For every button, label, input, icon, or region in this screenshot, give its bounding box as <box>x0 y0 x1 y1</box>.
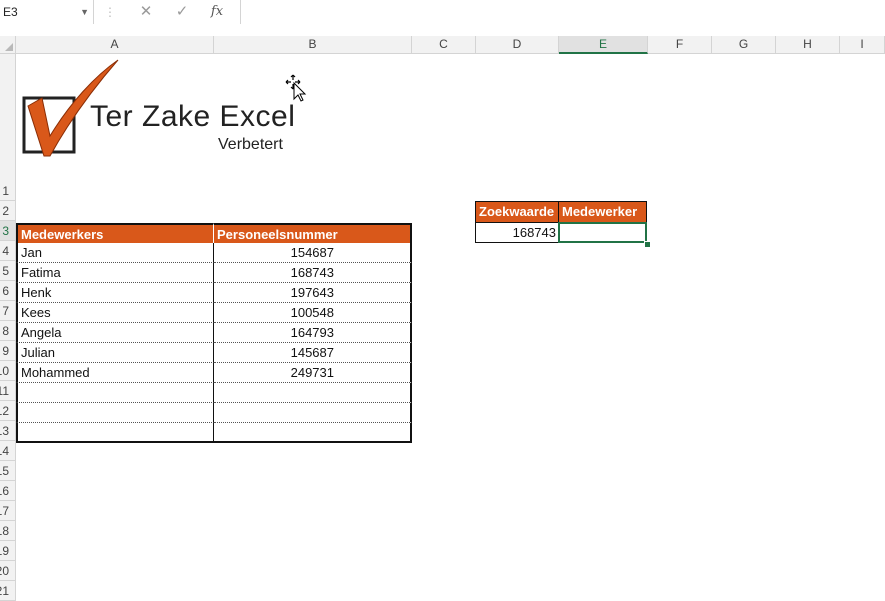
employee-number-cell[interactable] <box>214 403 412 423</box>
insert-function-icon[interactable]: fx <box>205 0 229 24</box>
row-header-1[interactable]: 1 <box>0 54 16 201</box>
row-header-5[interactable]: 5 <box>0 261 16 281</box>
row-header-9[interactable]: 9 <box>0 341 16 361</box>
column-header-b[interactable]: B <box>214 36 412 54</box>
column-header-e[interactable]: E <box>559 36 648 54</box>
employee-name-cell[interactable]: Fatima <box>16 263 214 283</box>
employee-name-cell[interactable]: Henk <box>16 283 214 303</box>
employee-number-cell[interactable]: 168743 <box>214 263 412 283</box>
row-header-6[interactable]: 6 <box>0 281 16 301</box>
column-header-f[interactable]: F <box>648 36 712 54</box>
lookup-key-cell[interactable]: 168743 <box>475 222 559 243</box>
row-header-2[interactable]: 2 <box>0 201 16 221</box>
spacer <box>0 25 885 36</box>
name-box-value: E3 <box>3 5 18 19</box>
row-header-3[interactable]: 3 <box>0 221 16 241</box>
employee-name-cell[interactable] <box>16 403 214 423</box>
employee-name-cell[interactable]: Kees <box>16 303 214 323</box>
name-box[interactable]: E3 ▼ <box>0 0 94 24</box>
employee-name-cell[interactable] <box>16 423 214 443</box>
row-header-17[interactable]: 17 <box>0 501 16 521</box>
row-header-15[interactable]: 15 <box>0 461 16 481</box>
employee-number-cell[interactable]: 249731 <box>214 363 412 383</box>
formula-input[interactable] <box>240 0 885 24</box>
lookup-header-key[interactable]: Zoekwaarde <box>475 201 559 222</box>
logo-subtitle: Verbetert <box>218 136 283 153</box>
employee-number-cell[interactable]: 154687 <box>214 243 412 263</box>
formula-bar: E3 ▼ ⋮ ✕ ✓ fx <box>0 0 885 26</box>
row-header-7[interactable]: 7 <box>0 301 16 321</box>
chevron-down-icon[interactable]: ▼ <box>80 0 89 24</box>
column-header-g[interactable]: G <box>712 36 776 54</box>
employee-name-cell[interactable]: Angela <box>16 323 214 343</box>
row-header-10[interactable]: 10 <box>0 361 16 381</box>
row-header-14[interactable]: 14 <box>0 441 16 461</box>
cancel-icon[interactable]: ✕ <box>134 0 158 24</box>
lookup-result-cell-selected[interactable] <box>558 222 647 243</box>
row-header-11[interactable]: 11 <box>0 381 16 401</box>
column-header-d[interactable]: D <box>476 36 559 54</box>
employee-number-cell[interactable] <box>214 383 412 403</box>
employee-name-cell[interactable]: Jan <box>16 243 214 263</box>
row-header-18[interactable]: 18 <box>0 521 16 541</box>
row-header-8[interactable]: 8 <box>0 321 16 341</box>
row-header-19[interactable]: 19 <box>0 541 16 561</box>
employee-name-cell[interactable] <box>16 383 214 403</box>
column-header-c[interactable]: C <box>412 36 476 54</box>
row-header-13[interactable]: 13 <box>0 421 16 441</box>
employee-name-cell[interactable]: Mohammed <box>16 363 214 383</box>
employee-name-cell[interactable]: Julian <box>16 343 214 363</box>
row-header-4[interactable]: 4 <box>0 241 16 261</box>
employee-number-cell[interactable]: 197643 <box>214 283 412 303</box>
employee-number-cell[interactable]: 164793 <box>214 323 412 343</box>
row-header-21[interactable]: 21 <box>0 581 16 601</box>
column-header-i[interactable]: I <box>840 36 885 54</box>
select-all-corner[interactable] <box>0 36 16 54</box>
employee-header-number[interactable]: Personeelsnummer <box>214 223 412 243</box>
fill-handle[interactable] <box>644 241 651 248</box>
column-header-h[interactable]: H <box>776 36 840 54</box>
column-header-a[interactable]: A <box>16 36 214 54</box>
grip-icon: ⋮ <box>104 5 116 19</box>
row-header-20[interactable]: 20 <box>0 561 16 581</box>
row-header-12[interactable]: 12 <box>0 401 16 421</box>
employee-number-cell[interactable] <box>214 423 412 443</box>
move-cursor-icon <box>285 74 307 102</box>
employee-number-cell[interactable]: 145687 <box>214 343 412 363</box>
employee-number-cell[interactable]: 100548 <box>214 303 412 323</box>
logo-text: Ter Zake Excel <box>90 100 296 133</box>
lookup-header-result[interactable]: Medewerker <box>558 201 647 222</box>
row-header-16[interactable]: 16 <box>0 481 16 501</box>
enter-icon[interactable]: ✓ <box>170 0 194 24</box>
employee-header-name[interactable]: Medewerkers <box>16 223 214 243</box>
